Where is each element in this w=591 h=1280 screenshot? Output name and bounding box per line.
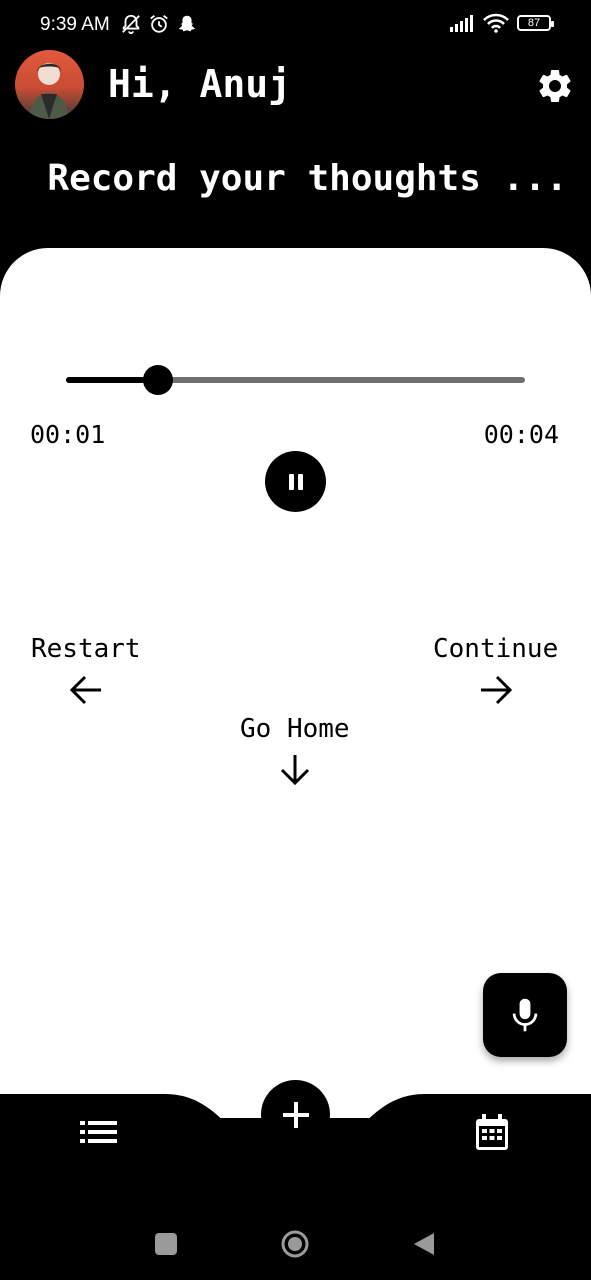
pause-button[interactable]: [265, 451, 326, 512]
settings-button[interactable]: [535, 66, 575, 106]
current-time: 00:01: [30, 420, 106, 449]
add-button[interactable]: [261, 1080, 330, 1149]
arrow-left-icon[interactable]: [68, 673, 104, 707]
add-icon: [282, 1101, 309, 1128]
go-home-label[interactable]: Go Home: [240, 714, 350, 744]
calendar-icon[interactable]: [474, 1114, 510, 1152]
home-button[interactable]: [281, 1230, 309, 1258]
snapchat-icon: [178, 15, 196, 32]
arrow-down-icon[interactable]: [278, 752, 312, 788]
arrow-right-icon[interactable]: [478, 673, 514, 707]
progress-slider[interactable]: [66, 365, 525, 395]
wifi-icon: [483, 13, 509, 33]
status-icons-left: [120, 13, 198, 35]
avatar[interactable]: [15, 50, 84, 119]
battery-icon: 87: [517, 15, 554, 31]
back-button[interactable]: [412, 1231, 436, 1257]
status-bar: 9:39 AM 87: [0, 0, 591, 52]
battery-level: 87: [527, 16, 541, 29]
notifications-off-icon: [122, 14, 140, 35]
status-icons-right: 87: [449, 13, 554, 33]
alarm-icon: [150, 15, 168, 33]
restart-label[interactable]: Restart: [31, 634, 141, 664]
microphone-icon: [512, 998, 538, 1032]
continue-label[interactable]: Continue: [433, 634, 558, 664]
recents-button[interactable]: [155, 1233, 177, 1255]
record-mic-button[interactable]: [483, 973, 567, 1057]
status-time: 9:39 AM: [40, 14, 110, 35]
tagline: Record your thoughts ...: [47, 158, 568, 199]
greeting-title: Hi, Anuj: [108, 62, 292, 106]
list-icon[interactable]: [80, 1118, 117, 1146]
progress-thumb[interactable]: [142, 365, 173, 395]
pause-icon: [288, 473, 303, 490]
gear-icon: [539, 69, 571, 102]
total-time: 00:04: [483, 420, 559, 449]
signal-icon: [450, 15, 473, 32]
